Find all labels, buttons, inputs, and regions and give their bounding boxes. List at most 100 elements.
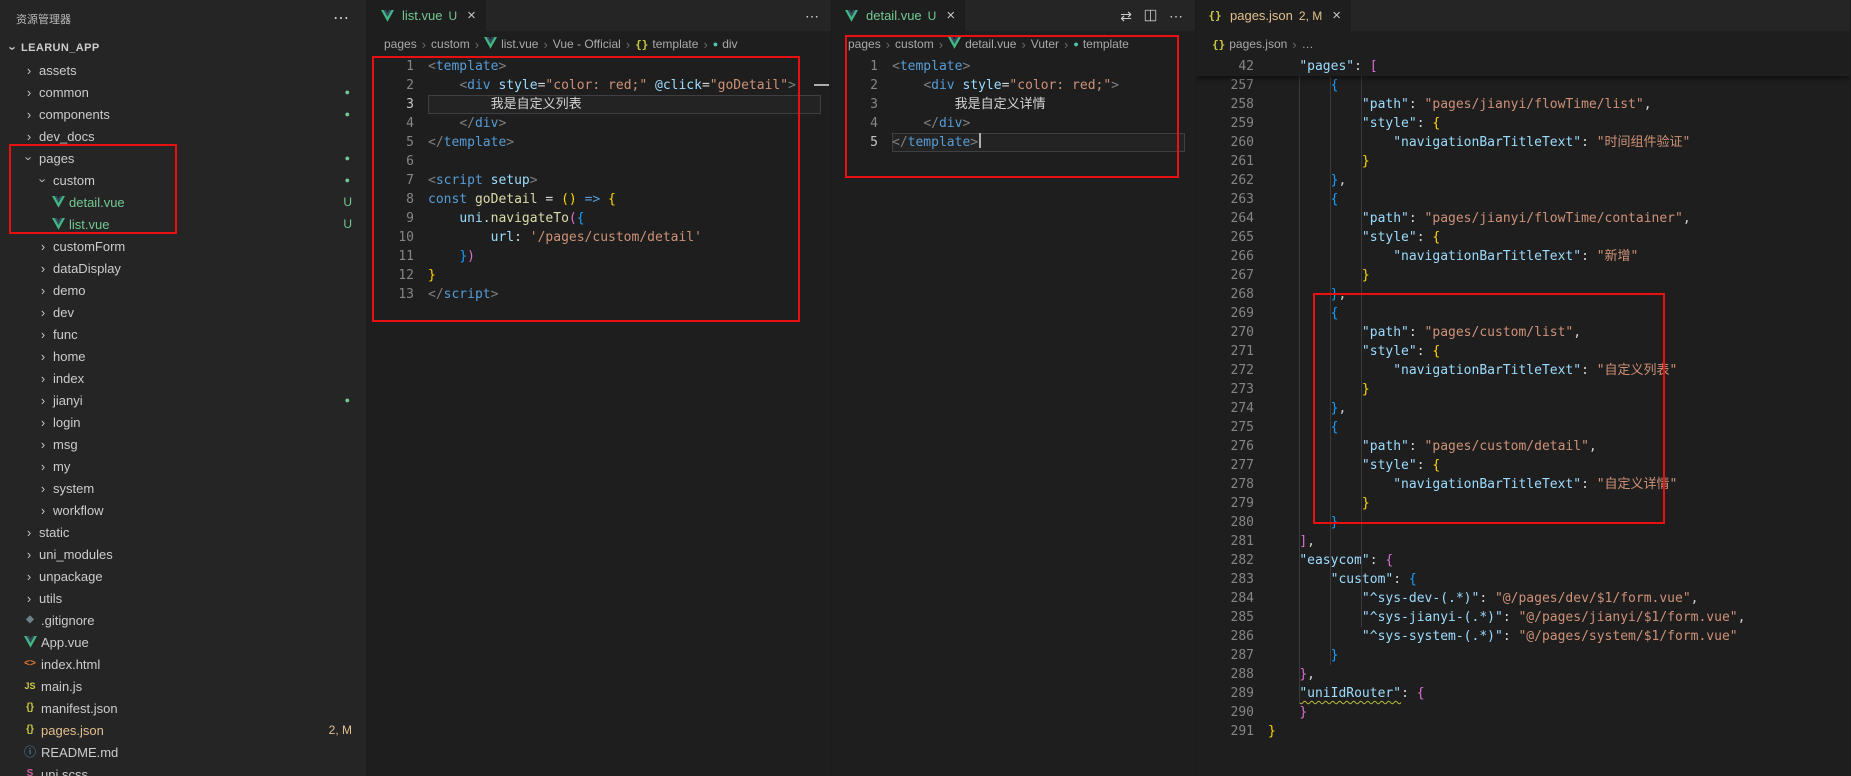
- tree-folder-dataDisplay[interactable]: ›dataDisplay: [0, 257, 366, 279]
- tree-folder-static[interactable]: ›static: [0, 521, 366, 543]
- code-line-278[interactable]: 278 "navigationBarTitleText": "自定义详情": [1196, 475, 1850, 494]
- code-line-11[interactable]: 11 }): [368, 247, 831, 266]
- split-editor-icon[interactable]: [1144, 9, 1157, 22]
- code-line-2[interactable]: 2 <div style="color: red;" @click="goDet…: [368, 76, 831, 95]
- code-line-279[interactable]: 279 }: [1196, 494, 1850, 513]
- tab-detail-vue[interactable]: detail.vue U ×: [832, 0, 965, 31]
- code-line-265[interactable]: 265 "style": {: [1196, 228, 1850, 247]
- code-line-285[interactable]: 285 "^sys-jianyi-(.*)": "@/pages/jianyi/…: [1196, 608, 1850, 627]
- code-line-270[interactable]: 270 "path": "pages/custom/list",: [1196, 323, 1850, 342]
- code-line-290[interactable]: 290 }: [1196, 703, 1850, 722]
- code-line-264[interactable]: 264 "path": "pages/jianyi/flowTime/conta…: [1196, 209, 1850, 228]
- code-editor-detail-vue[interactable]: 1<template>2 <div style="color: red;">3 …: [832, 57, 1195, 776]
- code-line-257[interactable]: 257 {: [1196, 76, 1850, 95]
- code-line-287[interactable]: 287 }: [1196, 646, 1850, 665]
- code-editor-pages-json[interactable]: 42 "pages": [257 {258 "path": "pages/jia…: [1196, 57, 1850, 776]
- code-line-261[interactable]: 261 }: [1196, 152, 1850, 171]
- breadcrumb-item-Vuter[interactable]: Vuter: [1031, 37, 1059, 51]
- code-line-3[interactable]: 3 我是自定义列表: [368, 95, 831, 114]
- code-line-2[interactable]: 2 <div style="color: red;">: [832, 76, 1195, 95]
- code-line-8[interactable]: 8const goDetail = () => {: [368, 190, 831, 209]
- tree-file-App.vue[interactable]: App.vue: [0, 631, 366, 653]
- explorer-more-icon[interactable]: ⋯: [333, 11, 350, 27]
- code-line-281[interactable]: 281 ],: [1196, 532, 1850, 551]
- code-line-258[interactable]: 258 "path": "pages/jianyi/flowTime/list"…: [1196, 95, 1850, 114]
- breadcrumb-item-list.vue[interactable]: list.vue: [484, 37, 538, 52]
- tree-folder-jianyi[interactable]: ›jianyi●: [0, 389, 366, 411]
- breadcrumb-item-Vue - Official[interactable]: Vue - Official: [553, 37, 621, 51]
- more-actions-icon[interactable]: ⋯: [805, 9, 819, 23]
- code-line-13[interactable]: 13</script>: [368, 285, 831, 304]
- close-icon[interactable]: ×: [467, 8, 476, 23]
- breadcrumb-item-…[interactable]: …: [1302, 37, 1314, 51]
- tree-folder-assets[interactable]: ›assets: [0, 59, 366, 81]
- code-line-276[interactable]: 276 "path": "pages/custom/detail",: [1196, 437, 1850, 456]
- tree-file-manifest.json[interactable]: {}manifest.json: [0, 697, 366, 719]
- tree-folder-home[interactable]: ›home: [0, 345, 366, 367]
- tree-folder-func[interactable]: ›func: [0, 323, 366, 345]
- code-line-4[interactable]: 4 </div>: [832, 114, 1195, 133]
- breadcrumb-item-div[interactable]: ●div: [713, 37, 738, 51]
- tree-folder-custom[interactable]: ›custom●: [0, 169, 366, 191]
- code-line-5[interactable]: 5</template>: [832, 133, 1195, 152]
- breadcrumb-item-custom[interactable]: custom: [895, 37, 934, 51]
- code-line-6[interactable]: 6: [368, 152, 831, 171]
- code-line-286[interactable]: 286 "^sys-system-(.*)": "@/pages/system/…: [1196, 627, 1850, 646]
- workspace-root-header[interactable]: › LEARUN_APP: [0, 37, 366, 59]
- tree-file-main.js[interactable]: JSmain.js: [0, 675, 366, 697]
- code-line-282[interactable]: 282 "easycom": {: [1196, 551, 1850, 570]
- breadcrumb-item-template[interactable]: {}template: [635, 37, 698, 51]
- tree-file-detail.vue[interactable]: detail.vueU: [0, 191, 366, 213]
- tab-list-vue[interactable]: list.vue U ×: [368, 0, 486, 31]
- close-icon[interactable]: ×: [1332, 8, 1341, 23]
- code-line-10[interactable]: 10 url: '/pages/custom/detail': [368, 228, 831, 247]
- code-line-284[interactable]: 284 "^sys-dev-(.*)": "@/pages/dev/$1/for…: [1196, 589, 1850, 608]
- close-icon[interactable]: ×: [946, 8, 955, 23]
- code-line-291[interactable]: 291}: [1196, 722, 1850, 741]
- tree-file-index.html[interactable]: <>index.html: [0, 653, 366, 675]
- code-line-269[interactable]: 269 {: [1196, 304, 1850, 323]
- code-line-280[interactable]: 280 }: [1196, 513, 1850, 532]
- code-line-9[interactable]: 9 uni.navigateTo({: [368, 209, 831, 228]
- code-line-274[interactable]: 274 },: [1196, 399, 1850, 418]
- tree-folder-customForm[interactable]: ›customForm: [0, 235, 366, 257]
- code-line-1[interactable]: 1<template>: [832, 57, 1195, 76]
- breadcrumb-item-pages[interactable]: pages: [848, 37, 881, 51]
- code-line-275[interactable]: 275 {: [1196, 418, 1850, 437]
- breadcrumb-item-detail.vue[interactable]: detail.vue: [948, 37, 1016, 52]
- tree-folder-my[interactable]: ›my: [0, 455, 366, 477]
- code-line-289[interactable]: 289 "uniIdRouter": {: [1196, 684, 1850, 703]
- code-line-267[interactable]: 267 }: [1196, 266, 1850, 285]
- tree-folder-unpackage[interactable]: ›unpackage: [0, 565, 366, 587]
- code-line-277[interactable]: 277 "style": {: [1196, 456, 1850, 475]
- tree-file-.gitignore[interactable]: ◆.gitignore: [0, 609, 366, 631]
- tree-folder-dev[interactable]: ›dev: [0, 301, 366, 323]
- breadcrumb-item-pages[interactable]: pages: [384, 37, 417, 51]
- code-line-272[interactable]: 272 "navigationBarTitleText": "自定义列表": [1196, 361, 1850, 380]
- tree-file-README.md[interactable]: ⓘREADME.md: [0, 741, 366, 763]
- code-line-259[interactable]: 259 "style": {: [1196, 114, 1850, 133]
- code-line-5[interactable]: 5</template>: [368, 133, 831, 152]
- tree-file-list.vue[interactable]: list.vueU: [0, 213, 366, 235]
- tree-folder-uni_modules[interactable]: ›uni_modules: [0, 543, 366, 565]
- code-line-3[interactable]: 3 我是自定义详情: [832, 95, 1195, 114]
- code-line-12[interactable]: 12}: [368, 266, 831, 285]
- code-line-260[interactable]: 260 "navigationBarTitleText": "时间组件验证": [1196, 133, 1850, 152]
- tree-folder-utils[interactable]: ›utils: [0, 587, 366, 609]
- tree-folder-demo[interactable]: ›demo: [0, 279, 366, 301]
- code-editor-list-vue[interactable]: 1<template>2 <div style="color: red;" @c…: [368, 57, 831, 776]
- tree-folder-login[interactable]: ›login: [0, 411, 366, 433]
- code-line-273[interactable]: 273 }: [1196, 380, 1850, 399]
- code-line-288[interactable]: 288 },: [1196, 665, 1850, 684]
- tree-folder-pages[interactable]: ›pages●: [0, 147, 366, 169]
- tab-pages-json[interactable]: {} pages.json 2, M ×: [1196, 0, 1351, 31]
- tree-folder-components[interactable]: ›components●: [0, 103, 366, 125]
- tree-folder-index[interactable]: ›index: [0, 367, 366, 389]
- breadcrumb-item-custom[interactable]: custom: [431, 37, 470, 51]
- breadcrumb-item-pages.json[interactable]: {}pages.json: [1212, 37, 1287, 51]
- tree-file-uni.scss[interactable]: Suni.scss: [0, 763, 366, 776]
- tree-folder-workflow[interactable]: ›workflow: [0, 499, 366, 521]
- code-line-283[interactable]: 283 "custom": {: [1196, 570, 1850, 589]
- tree-file-pages.json[interactable]: {}pages.json2, M: [0, 719, 366, 741]
- code-line-1[interactable]: 1<template>: [368, 57, 831, 76]
